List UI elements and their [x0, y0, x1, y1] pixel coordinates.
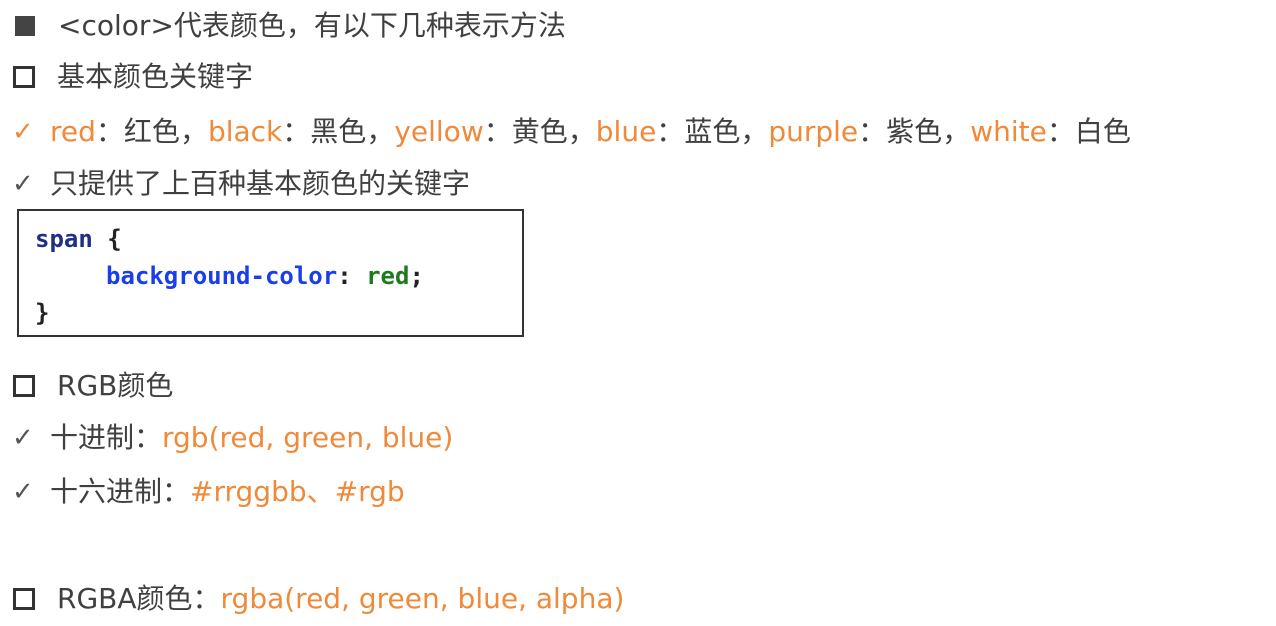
color-keywords-line: ✓ red ： 红色 ， black ： 黑色 ， yellow ： 黄色 ， …	[10, 114, 1131, 150]
decimal-value: rgb(red, green, blue)	[162, 421, 454, 454]
code-selector: span	[35, 225, 93, 253]
hex-label: 十六进制：	[50, 475, 191, 508]
keyword-black: black	[207, 115, 283, 148]
keyword-comma: ，	[366, 115, 395, 148]
intro-text: 代表颜色，有以下几种表示方法	[173, 9, 566, 42]
check-icon: ✓	[12, 423, 34, 453]
check-icon: ✓	[12, 477, 34, 507]
keyword-meaning: 紫色	[886, 115, 943, 148]
decimal-line: ✓ 十进制： rgb(red, green, blue)	[10, 420, 453, 456]
keyword-separator: ：	[858, 115, 887, 148]
code-line-2: background-color: red;	[106, 260, 424, 292]
rgba-value: rgba(red, green, blue, alpha)	[220, 582, 625, 615]
keyword-separator: ：	[656, 115, 685, 148]
code-semicolon: ;	[409, 262, 424, 290]
keyword-separator: ：	[483, 115, 512, 148]
hex-value: #rrggbb、#rgb	[190, 475, 405, 508]
check-icon: ✓	[12, 117, 34, 147]
box-bullet-icon	[13, 375, 35, 397]
code-colon: :	[337, 262, 352, 290]
keyword-separator: ：	[95, 115, 124, 148]
keyword-red: red	[50, 115, 96, 148]
keyword-yellow: yellow	[394, 115, 484, 148]
code-open-brace: {	[92, 225, 122, 253]
keyword-comma: ，	[567, 115, 596, 148]
keyword-note-text: 只提供了上百种基本颜色的关键字	[50, 167, 471, 200]
intro-line: <color> 代表颜色，有以下几种表示方法	[10, 8, 566, 44]
square-bullet-icon	[15, 16, 35, 36]
basic-keywords-heading: 基本颜色关键字	[10, 59, 253, 95]
keyword-meaning: 蓝色	[684, 115, 741, 148]
keyword-meaning: 白色	[1074, 115, 1131, 148]
keyword-meaning: 红色	[123, 115, 180, 148]
check-icon: ✓	[12, 169, 34, 199]
intro-prefix: <color>	[58, 9, 174, 42]
keyword-comma: ，	[942, 115, 971, 148]
keyword-purple: purple	[768, 115, 859, 148]
keyword-note-line: ✓ 只提供了上百种基本颜色的关键字	[10, 166, 470, 202]
box-bullet-icon	[13, 588, 35, 610]
rgb-heading: RGB颜色	[10, 368, 173, 404]
keyword-white: white	[970, 115, 1047, 148]
basic-keywords-label: 基本颜色关键字	[57, 60, 254, 93]
rgba-label: RGBA颜色：	[57, 582, 221, 615]
rgba-line: RGBA颜色： rgba(red, green, blue, alpha)	[10, 581, 624, 617]
box-bullet-icon	[13, 66, 35, 88]
code-line-3: }	[35, 297, 49, 329]
keyword-separator: ：	[1046, 115, 1075, 148]
keyword-blue: blue	[595, 115, 657, 148]
code-value: red	[366, 262, 410, 290]
code-close-brace: }	[35, 299, 50, 327]
rgb-heading-label: RGB颜色	[57, 369, 174, 402]
code-property: background-color	[106, 262, 338, 290]
keyword-separator: ：	[282, 115, 311, 148]
code-line-1: span {	[35, 223, 122, 255]
keyword-meaning: 黄色	[511, 115, 568, 148]
hex-line: ✓ 十六进制： #rrggbb、#rgb	[10, 474, 405, 510]
keyword-comma: ，	[740, 115, 769, 148]
decimal-label: 十进制：	[50, 421, 163, 454]
keyword-comma: ，	[179, 115, 208, 148]
css-code-example: span { background-color: red; }	[17, 209, 524, 337]
keyword-meaning: 黑色	[310, 115, 367, 148]
